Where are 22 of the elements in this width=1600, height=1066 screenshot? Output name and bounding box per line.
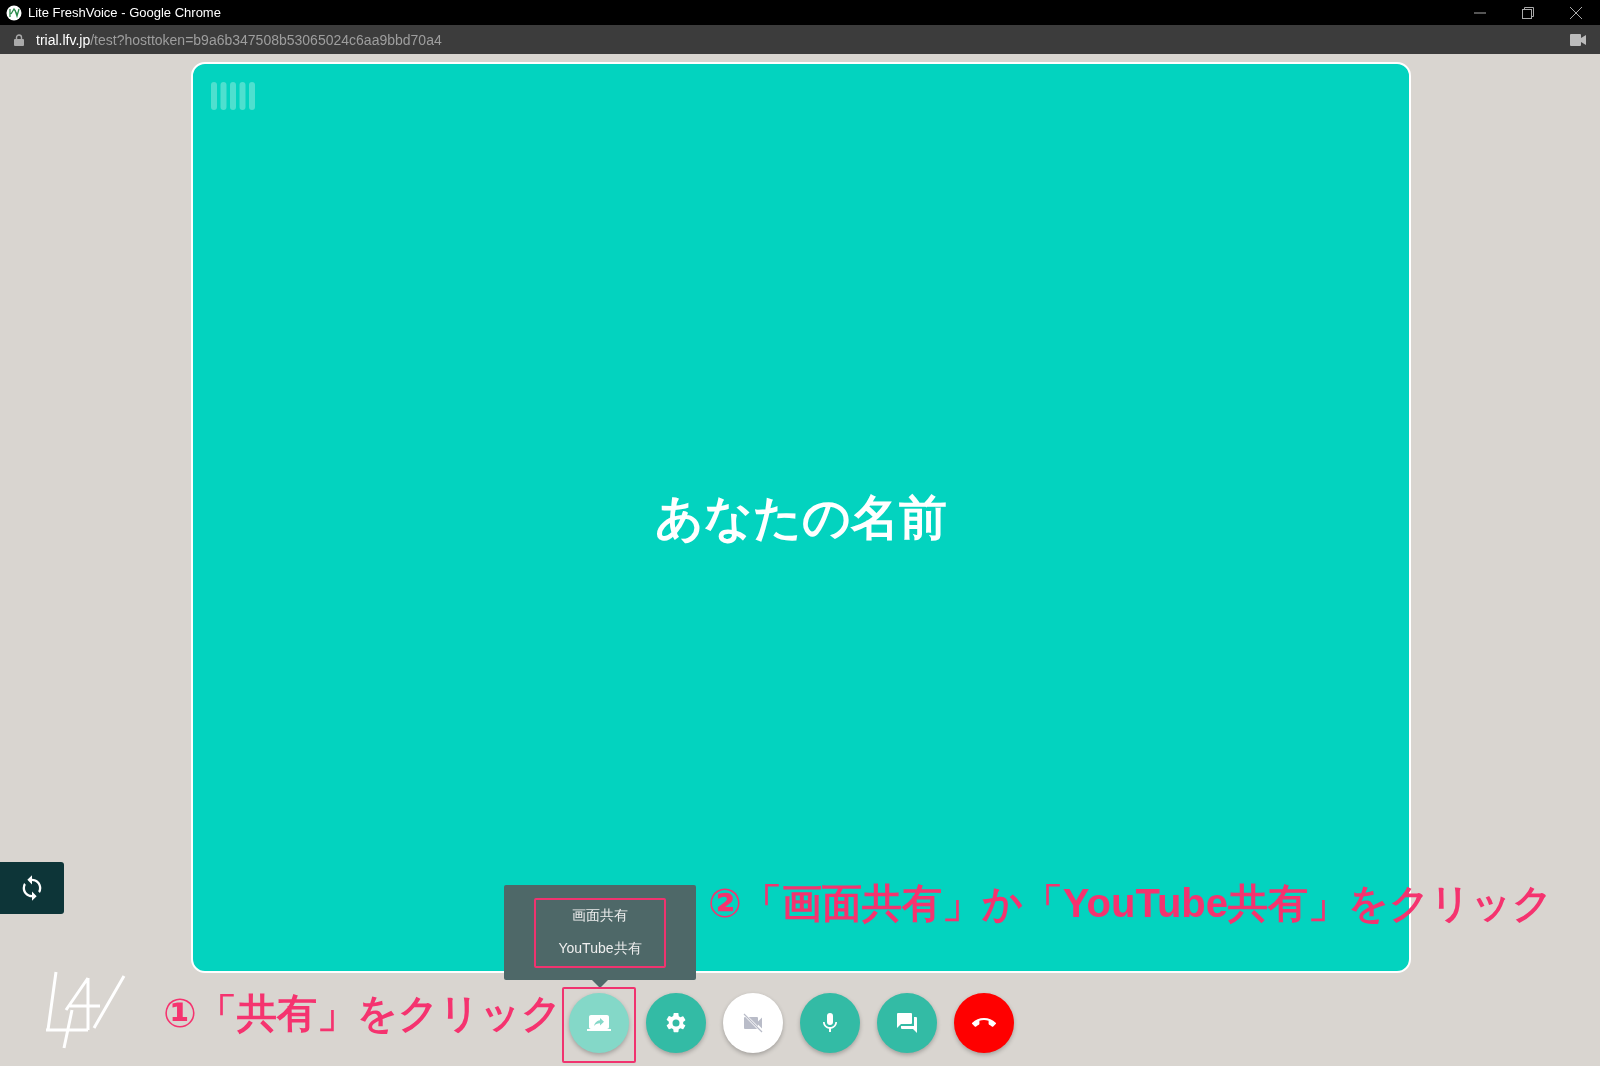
settings-button[interactable] xyxy=(645,993,706,1053)
audio-level-icon xyxy=(210,82,255,110)
participant-name: あなたの名前 xyxy=(654,489,947,546)
sync-button[interactable] xyxy=(0,862,64,914)
app-logo-icon xyxy=(6,4,22,21)
chat-button[interactable] xyxy=(876,993,937,1053)
menu-item[interactable]: 画面共有 xyxy=(572,907,628,925)
camera-off-icon xyxy=(740,1011,765,1035)
camera-icon[interactable] xyxy=(1570,33,1586,46)
microphone-button[interactable] xyxy=(799,993,860,1053)
hang-up-button[interactable] xyxy=(953,993,1014,1053)
restore-icon xyxy=(1522,6,1534,19)
instruction-text: ①「共有」をクリック xyxy=(163,991,562,1035)
share-button[interactable] xyxy=(568,993,629,1053)
menu-item[interactable]: YouTube共有 xyxy=(558,940,642,958)
chat-icon xyxy=(894,1011,919,1035)
window-title: Lite FreshVoice - Google Chrome xyxy=(28,5,222,20)
logo-icon xyxy=(44,970,128,1050)
minimize-icon xyxy=(1474,11,1486,14)
lock-icon xyxy=(14,33,24,46)
camera-button[interactable] xyxy=(722,993,783,1053)
close-icon xyxy=(1570,6,1582,19)
